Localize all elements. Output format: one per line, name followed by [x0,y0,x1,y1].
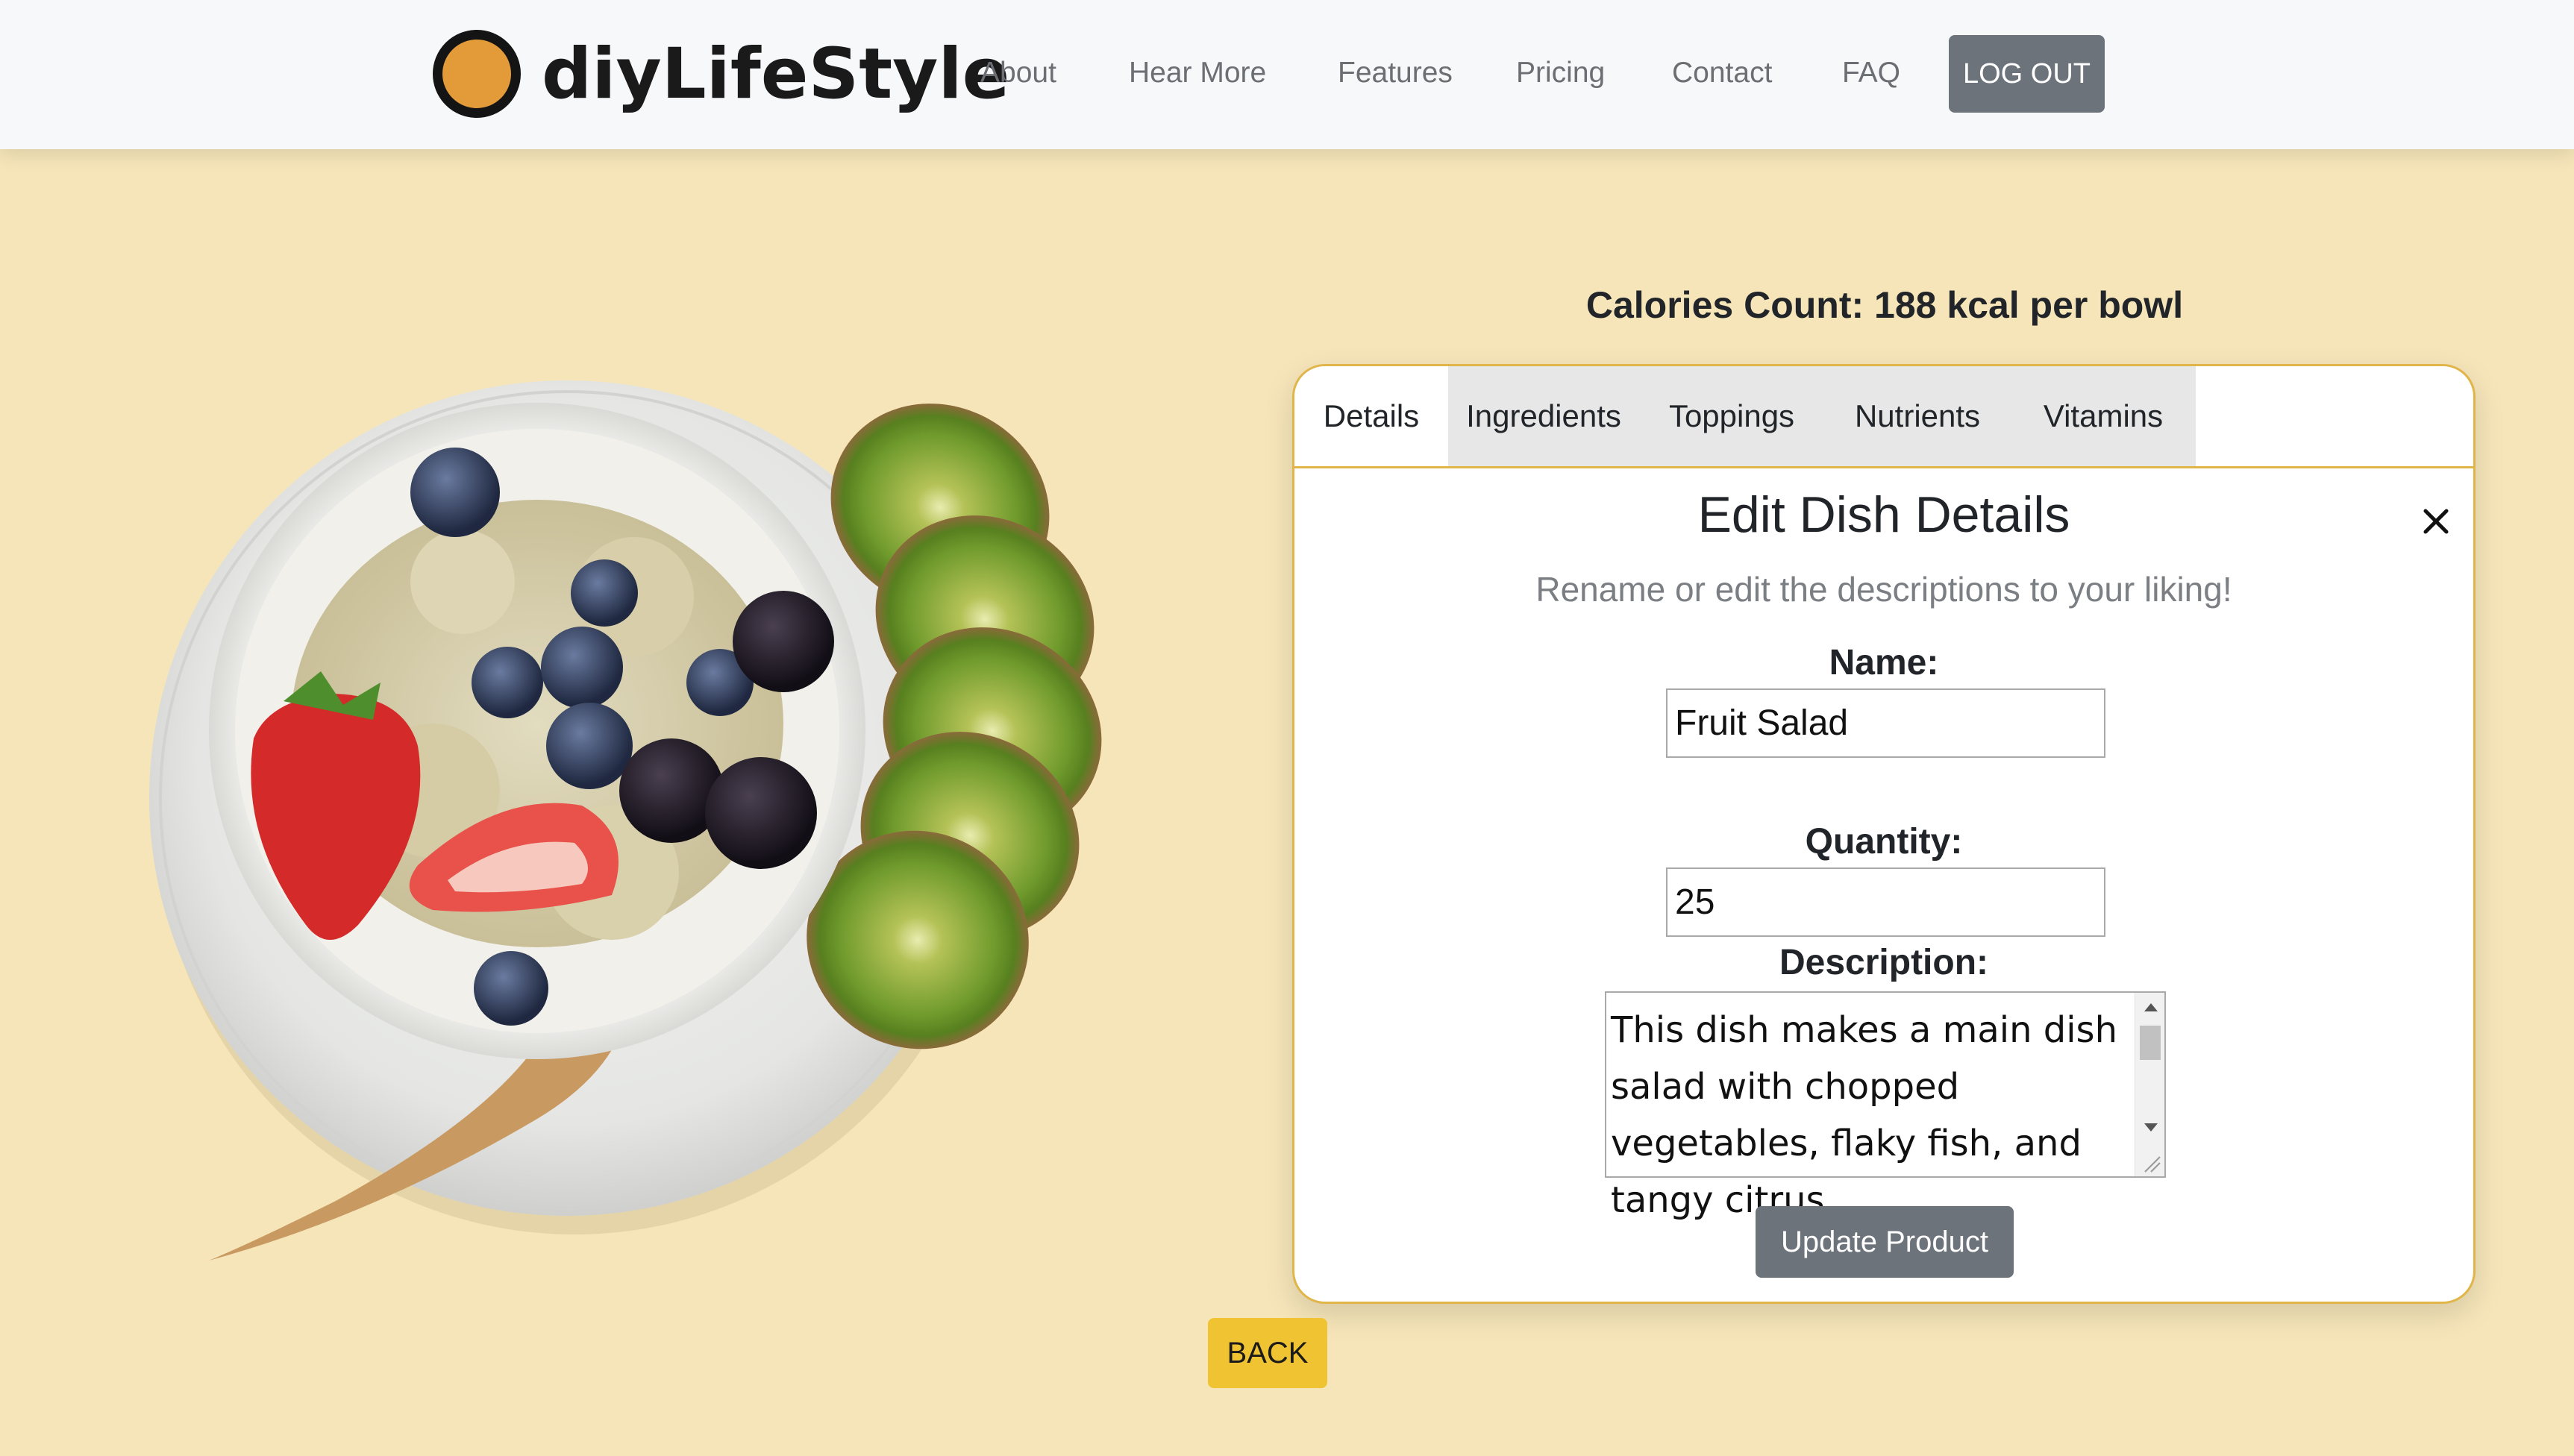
resize-grip-icon[interactable] [2139,1151,2161,1173]
tab-nutrients[interactable]: Nutrients [1824,366,2011,466]
dish-image [149,269,1194,1298]
name-label: Name: [1829,643,1939,682]
brand-name: diyLifeStyle [542,33,1010,115]
nav-link-features[interactable]: Features [1338,57,1453,90]
orange-circle-logo-icon [433,30,521,118]
quantity-input[interactable] [1666,867,2105,937]
nav-link-about[interactable]: About [980,57,1056,90]
tab-bar: Details Ingredients Toppings Nutrients V… [1294,366,2473,468]
scroll-up-arrow-icon[interactable] [2144,1003,2158,1011]
scroll-down-arrow-icon[interactable] [2144,1123,2158,1132]
textarea-scrollbar[interactable] [2135,993,2164,1176]
back-button[interactable]: BACK [1208,1318,1327,1388]
description-textarea[interactable]: This dish makes a main dish salad with c… [1605,991,2166,1221]
form-title: Edit Dish Details [1697,486,2070,543]
tab-vitamins[interactable]: Vitamins [2011,366,2196,466]
name-input[interactable] [1666,688,2105,758]
description-text: This dish makes a main dish salad with c… [1611,1009,2117,1221]
tab-toppings[interactable]: Toppings [1639,366,1824,466]
logout-button[interactable]: LOG OUT [1949,35,2105,113]
nav-link-hear-more[interactable]: Hear More [1129,57,1266,90]
close-icon[interactable] [2420,505,2452,538]
calories-count: Calories Count: 188 kcal per bowl [1585,284,2184,326]
tab-ingredients[interactable]: Ingredients [1448,366,1639,466]
tab-details[interactable]: Details [1294,366,1448,466]
navbar: diyLifeStyle About Hear More Features Pr… [0,0,2574,149]
form-subtitle: Rename or edit the descriptions to your … [1535,570,2232,609]
nav-link-pricing[interactable]: Pricing [1516,57,1605,90]
brand-logo[interactable]: diyLifeStyle [433,28,1009,119]
nav-link-faq[interactable]: FAQ [1842,57,1900,90]
quantity-label: Quantity: [1805,822,1963,862]
update-product-button[interactable]: Update Product [1756,1206,2014,1278]
description-label: Description: [1779,943,1989,982]
dish-details-card: Details Ingredients Toppings Nutrients V… [1292,364,2476,1304]
nav-link-contact[interactable]: Contact [1672,57,1772,90]
scroll-thumb[interactable] [2140,1026,2161,1060]
